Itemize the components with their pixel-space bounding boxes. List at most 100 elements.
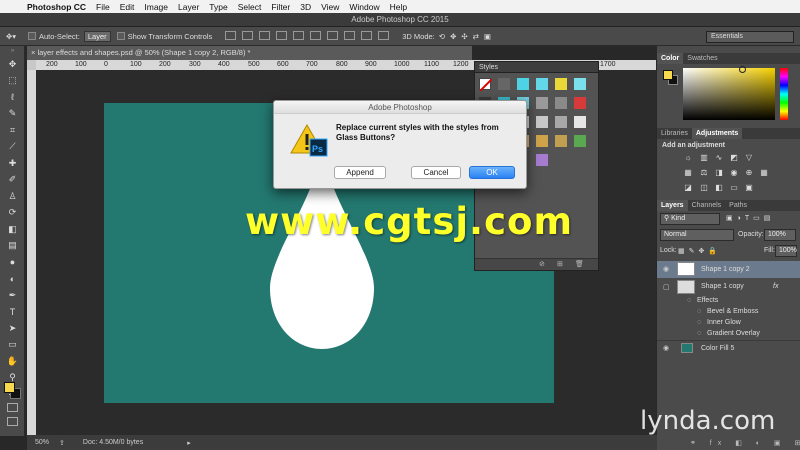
color-lookup-icon[interactable]: ▦ [759, 168, 769, 177]
style-swatch[interactable] [536, 97, 548, 109]
posterize-icon[interactable]: ◫ [699, 183, 709, 192]
align-bottom-icon[interactable] [259, 30, 271, 40]
style-swatch[interactable] [555, 97, 567, 109]
tab-channels[interactable]: Channels [688, 200, 726, 211]
eye-icon[interactable]: ◉ [663, 264, 669, 275]
zoom-level[interactable]: 50% [35, 439, 49, 446]
align-center-icon[interactable] [293, 30, 305, 40]
menu-app-name[interactable]: Photoshop CC [22, 2, 91, 12]
tab-paths[interactable]: Paths [725, 200, 751, 211]
layers-footer-icons[interactable]: ⚭ fx ◧ ◐ ▣ ⊞ 🗑 [690, 439, 800, 447]
cancel-button[interactable]: Cancel [411, 166, 461, 179]
vibrance-icon[interactable]: ▽ [744, 153, 754, 162]
workspace-dropdown[interactable]: Essentials [706, 31, 794, 43]
eye-icon[interactable]: ◌ [697, 328, 701, 339]
align-left-icon[interactable] [276, 30, 288, 40]
auto-select-checkbox[interactable] [28, 32, 36, 40]
align-middle-icon[interactable] [242, 30, 254, 40]
move-tool-icon[interactable]: ✥▾ [0, 32, 22, 41]
clear-style-icon[interactable]: ⊘ [539, 260, 545, 268]
menu-select[interactable]: Select [233, 2, 267, 12]
style-swatch[interactable] [574, 116, 586, 128]
style-swatch[interactable] [536, 78, 548, 90]
tab-libraries[interactable]: Libraries [657, 128, 692, 139]
style-swatch-none[interactable] [479, 78, 493, 92]
exposure-icon[interactable]: ◩ [729, 153, 739, 162]
type-tool-icon[interactable]: T [0, 304, 25, 321]
history-brush-tool-icon[interactable]: ⟳ [0, 205, 25, 222]
color-balance-icon[interactable]: ⚖ [699, 168, 709, 177]
quick-mask-icon[interactable] [7, 403, 18, 412]
eye-icon[interactable]: ◌ [697, 317, 701, 328]
style-swatch[interactable] [536, 154, 548, 166]
levels-icon[interactable]: ▥ [699, 153, 709, 162]
threshold-icon[interactable]: ◧ [714, 183, 724, 192]
new-style-icon[interactable]: ⊞ [557, 260, 563, 268]
menu-file[interactable]: File [91, 2, 115, 12]
foreground-color-swatch[interactable] [4, 382, 15, 393]
auto-select-dropdown[interactable]: Layer [83, 30, 111, 42]
menu-type[interactable]: Type [204, 2, 232, 12]
style-swatch[interactable] [536, 116, 548, 128]
layer-row-color-fill-5[interactable]: ◉ Color Fill 5 [657, 340, 800, 355]
opacity-field[interactable]: 100% [764, 229, 796, 241]
share-icon[interactable]: ⇪ [59, 439, 65, 447]
panel-foreground-swatch[interactable] [663, 70, 673, 80]
menu-3d[interactable]: 3D [295, 2, 316, 12]
distribute-v-icon[interactable] [361, 30, 373, 40]
photo-filter-icon[interactable]: ◉ [729, 168, 739, 177]
dodge-tool-icon[interactable]: ◐ [0, 271, 25, 288]
hue-slider[interactable] [780, 68, 788, 120]
menu-window[interactable]: Window [344, 2, 384, 12]
align-top-icon[interactable] [225, 30, 237, 40]
marquee-tool-icon[interactable]: ⬚ [0, 73, 25, 90]
tab-swatches[interactable]: Swatches [683, 53, 721, 64]
vertical-ruler[interactable] [27, 70, 36, 435]
style-swatch[interactable] [555, 116, 567, 128]
menu-edit[interactable]: Edit [115, 2, 140, 12]
trash-icon[interactable]: 🗑 [575, 260, 584, 268]
color-picker-cursor[interactable] [739, 66, 746, 73]
channel-mixer-icon[interactable]: ⊕ [744, 168, 754, 177]
style-swatch[interactable] [574, 78, 586, 90]
invert-icon[interactable]: ◪ [683, 183, 693, 192]
fx-badge[interactable]: fx [773, 281, 778, 292]
curves-icon[interactable]: ∿ [714, 153, 724, 162]
lasso-tool-icon[interactable]: ℓ [0, 89, 25, 106]
distribute-h-icon[interactable] [344, 30, 356, 40]
transform-controls-checkbox[interactable] [116, 32, 125, 40]
layer-filter-icons[interactable]: ▣◑T▭▤ [726, 214, 774, 222]
eye-icon[interactable]: ◌ [687, 295, 691, 306]
eyedropper-tool-icon[interactable]: ⟋ [0, 139, 25, 156]
selective-color-icon[interactable]: ▣ [744, 183, 754, 192]
menu-view[interactable]: View [316, 2, 344, 12]
hue-saturation-icon[interactable]: ▦ [683, 168, 693, 177]
document-tab[interactable]: × layer effects and shapes.psd @ 50% (Sh… [27, 46, 472, 60]
clone-stamp-tool-icon[interactable]: ♙ [0, 188, 25, 205]
menu-layer[interactable]: Layer [173, 2, 204, 12]
style-swatch[interactable] [555, 135, 567, 147]
black-white-icon[interactable]: ◨ [714, 168, 724, 177]
menu-help[interactable]: Help [385, 2, 412, 12]
pen-tool-icon[interactable]: ✒ [0, 287, 25, 304]
eye-icon[interactable]: ▢ [663, 282, 670, 293]
ruler-origin[interactable] [27, 60, 36, 70]
layer-row-shape-1-copy[interactable]: ▢ Shape 1 copy fx [657, 279, 800, 295]
fill-field[interactable]: 100% [775, 245, 797, 257]
tab-layers[interactable]: Layers [657, 200, 688, 211]
menu-image[interactable]: Image [139, 2, 173, 12]
menu-filter[interactable]: Filter [266, 2, 295, 12]
brush-tool-icon[interactable]: ✐ [0, 172, 25, 189]
hand-tool-icon[interactable]: ✋ [0, 353, 25, 370]
eye-icon[interactable]: ◌ [697, 306, 701, 317]
color-picker-field[interactable] [683, 68, 775, 120]
layer-filter-dropdown[interactable]: ⚲ Kind [660, 213, 720, 225]
brightness-contrast-icon[interactable]: ☼ [683, 153, 693, 162]
3d-mode-icons[interactable]: ⟲✥✣⇄▣ [439, 32, 496, 41]
tab-adjustments[interactable]: Adjustments [691, 128, 743, 139]
style-swatch[interactable] [517, 78, 529, 90]
blend-mode-dropdown[interactable]: Normal [660, 229, 734, 241]
screen-mode-icon[interactable] [7, 417, 18, 426]
distribute-icon[interactable] [327, 30, 339, 40]
gradient-map-icon[interactable]: ▭ [729, 183, 739, 192]
